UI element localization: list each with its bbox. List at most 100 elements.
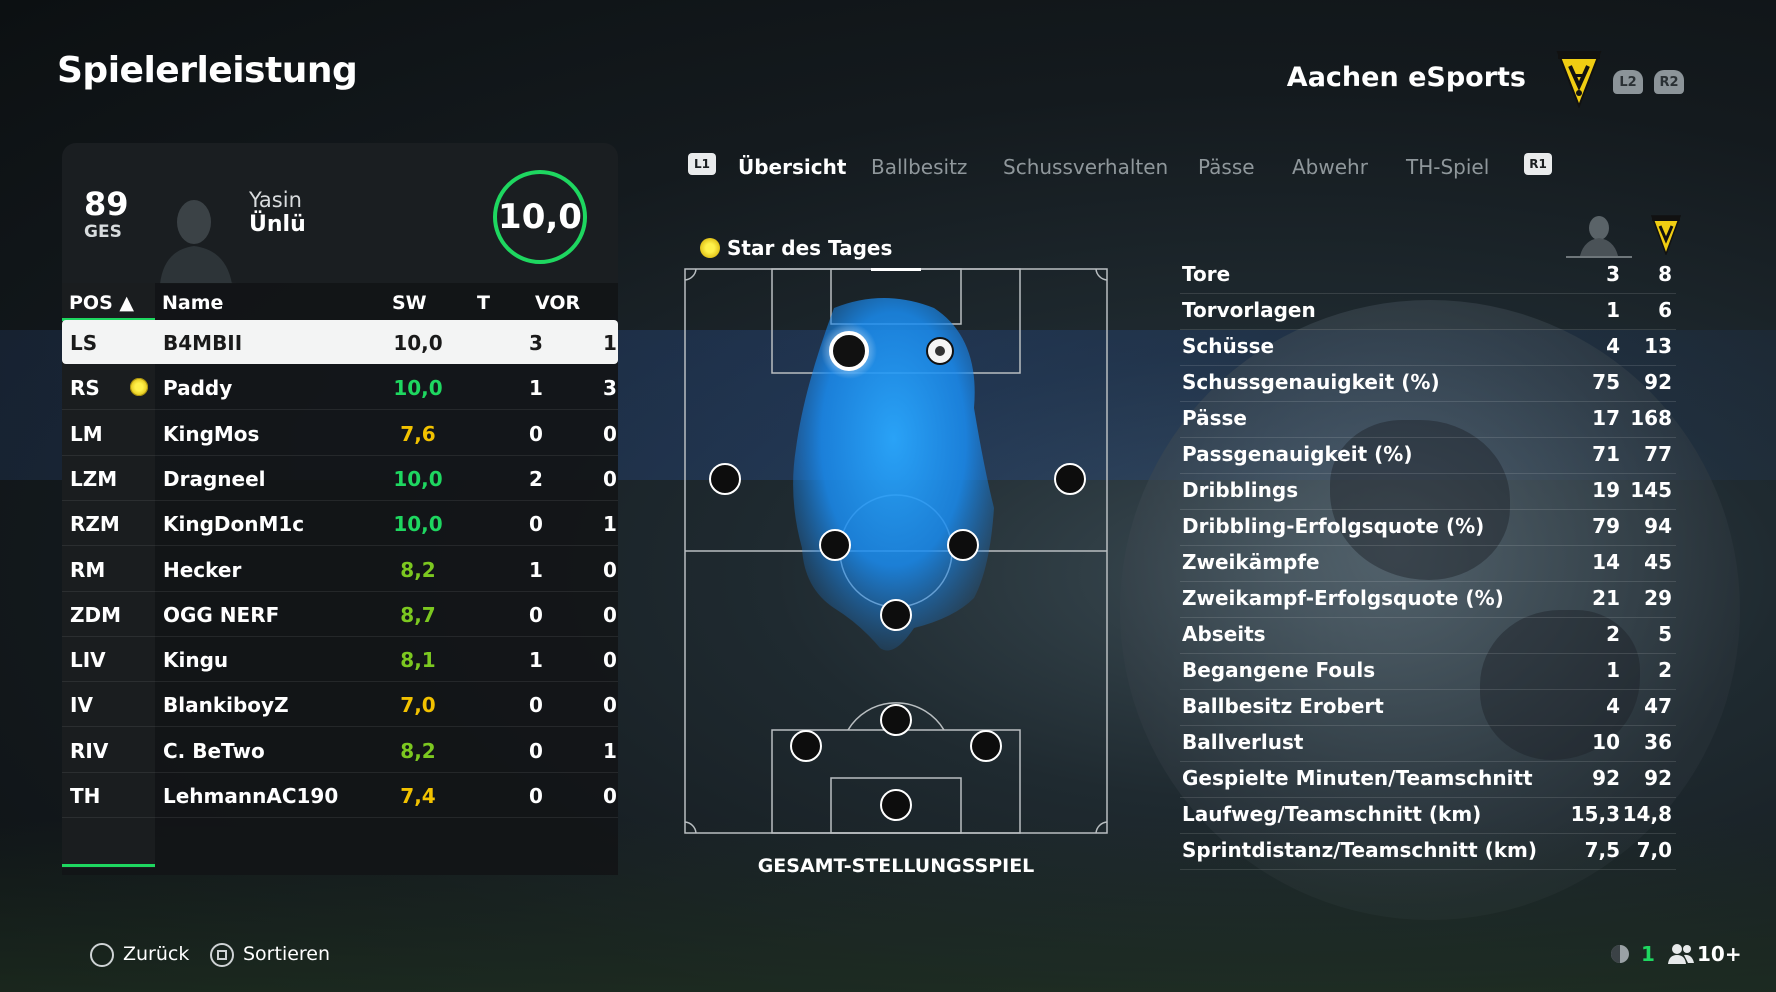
- player-silhouette-icon: [150, 200, 258, 284]
- stat-row: Passgenauigkeit (%) 71 77: [1180, 438, 1676, 474]
- stat-team-value: 7,0: [1636, 838, 1672, 862]
- stat-label: Sprintdistanz/Teamschnitt (km): [1182, 838, 1538, 862]
- stat-player-value: 4: [1606, 334, 1620, 358]
- header-name[interactable]: Name: [162, 292, 223, 314]
- row-assists: 0: [603, 784, 617, 808]
- stat-team-value: 45: [1644, 550, 1672, 574]
- player-marker-rm: [1054, 463, 1086, 495]
- row-goals: 0: [529, 421, 543, 446]
- row-rating: 10,0: [393, 376, 443, 401]
- row-goals: 0: [529, 693, 543, 718]
- stat-label: Abseits: [1182, 622, 1266, 646]
- stat-player-value: 4: [1606, 694, 1620, 718]
- row-rating: 8,7: [400, 602, 436, 627]
- player-overall-label: GES: [84, 222, 122, 242]
- table-row[interactable]: ZDM OGG NERF 8,7 0 0: [62, 592, 618, 637]
- table-row[interactable]: LIV Kingu 8,1 1 0: [62, 637, 618, 683]
- player-marker-iv: [880, 704, 912, 736]
- stat-team-value: 5: [1658, 622, 1672, 646]
- team-column-crest-icon: [1651, 215, 1681, 255]
- header-pos[interactable]: POS ▲: [69, 292, 134, 314]
- circle-button-icon[interactable]: [90, 943, 114, 967]
- row-position: RIV: [70, 738, 109, 763]
- row-name: C. BeTwo: [163, 738, 265, 763]
- player-marker-rzm: [947, 529, 979, 561]
- l2-trigger-icon[interactable]: L2: [1613, 70, 1643, 94]
- stat-player-value: 2: [1606, 622, 1620, 646]
- stat-player-value: 19: [1592, 478, 1620, 502]
- row-name: KingMos: [163, 421, 260, 446]
- player-marker-lzm: [819, 529, 851, 561]
- tab-schussverhalten[interactable]: Schussverhalten: [1003, 155, 1168, 179]
- stat-row: Gespielte Minuten/Teamschnitt 92 92: [1180, 762, 1676, 798]
- stat-team-value: 47: [1644, 694, 1672, 718]
- player-marker-liv: [790, 730, 822, 762]
- row-assists: 1: [603, 512, 617, 537]
- table-row[interactable]: TH LehmannAC190 7,4 0 0: [62, 773, 618, 818]
- row-position: IV: [70, 693, 93, 718]
- stat-label: Ballverlust: [1182, 730, 1304, 754]
- row-name: Kingu: [163, 648, 229, 673]
- tab-ballbesitz[interactable]: Ballbesitz: [871, 155, 967, 179]
- row-goals: 0: [529, 602, 543, 627]
- table-row[interactable]: RIV C. BeTwo 8,2 0 1: [62, 728, 618, 773]
- table-row[interactable]: RZM KingDonM1c 10,0 0 1: [62, 501, 618, 547]
- stat-row: Laufweg/Teamschnitt (km) 15,3 14,8: [1180, 798, 1676, 834]
- r2-trigger-icon[interactable]: R2: [1654, 70, 1684, 94]
- tab-paesse[interactable]: Pässe: [1198, 155, 1255, 179]
- stat-team-value: 145: [1630, 478, 1672, 502]
- stat-label: Torvorlagen: [1182, 298, 1316, 322]
- row-rating: 10,0: [393, 512, 443, 537]
- l1-button-icon[interactable]: L1: [688, 153, 716, 175]
- stat-row: Schüsse 4 13: [1180, 330, 1676, 366]
- stat-player-value: 71: [1592, 442, 1620, 466]
- stat-team-value: 14,8: [1622, 802, 1672, 826]
- player-first-name: Yasin: [249, 188, 302, 212]
- stat-label: Dribbling-Erfolgsquote (%): [1182, 514, 1485, 538]
- stat-team-value: 77: [1644, 442, 1672, 466]
- row-rating: 10,0: [393, 466, 443, 491]
- row-position: TH: [70, 784, 101, 808]
- star-of-the-day-label: Star des Tages: [727, 236, 893, 260]
- tab-uebersicht[interactable]: Übersicht: [738, 155, 846, 179]
- players-icon: [1668, 944, 1694, 964]
- table-row[interactable]: RM Hecker 8,2 1 0: [62, 547, 618, 592]
- table-row[interactable]: LM KingMos 7,6 0 0: [62, 411, 618, 456]
- stat-team-value: 94: [1644, 514, 1672, 538]
- row-rating: 7,4: [400, 784, 436, 808]
- player-marker-th: [880, 789, 912, 821]
- back-label[interactable]: Zurück: [123, 943, 189, 965]
- stat-label: Ballbesitz Erobert: [1182, 694, 1384, 718]
- table-row[interactable]: LS B4MBII 10,0 3 1: [62, 320, 618, 364]
- row-assists: 0: [603, 648, 617, 673]
- row-assists: 3: [603, 376, 617, 401]
- page-title: Spielerleistung: [57, 50, 358, 91]
- stat-label: Zweikämpfe: [1182, 550, 1320, 574]
- player-marker-riv: [970, 730, 1002, 762]
- header-t[interactable]: T: [477, 292, 490, 314]
- tab-abwehr[interactable]: Abwehr: [1292, 155, 1368, 179]
- table-row[interactable]: IV BlankiboyZ 7,0 0 0: [62, 682, 618, 728]
- row-name: Dragneel: [163, 466, 266, 491]
- team-crest-icon: [1556, 51, 1602, 108]
- square-button-icon[interactable]: [210, 943, 234, 967]
- stick-icon: [1611, 945, 1629, 963]
- row-goals: 1: [529, 648, 543, 673]
- stat-player-value: 1: [1606, 658, 1620, 682]
- header-vor[interactable]: VOR: [535, 292, 580, 314]
- online-count: 1: [1641, 942, 1655, 966]
- stat-label: Schussgenauigkeit (%): [1182, 370, 1440, 394]
- row-position: RZM: [70, 512, 120, 537]
- sort-label[interactable]: Sortieren: [243, 943, 330, 965]
- stat-row: Tore 3 8: [1180, 258, 1676, 294]
- r1-button-icon[interactable]: R1: [1524, 153, 1552, 175]
- header-sw[interactable]: SW: [392, 292, 427, 314]
- row-position: LZM: [70, 466, 118, 491]
- stat-row: Ballbesitz Erobert 4 47: [1180, 690, 1676, 726]
- stat-label: Gespielte Minuten/Teamschnitt: [1182, 766, 1533, 790]
- player-marker-lm: [709, 463, 741, 495]
- table-row[interactable]: LZM Dragneel 10,0 2 0: [62, 456, 618, 501]
- tab-th-spiel[interactable]: TH-Spiel: [1406, 155, 1489, 179]
- column-focus-indicator: [62, 864, 155, 867]
- table-row[interactable]: RS Paddy 10,0 1 3: [62, 365, 618, 411]
